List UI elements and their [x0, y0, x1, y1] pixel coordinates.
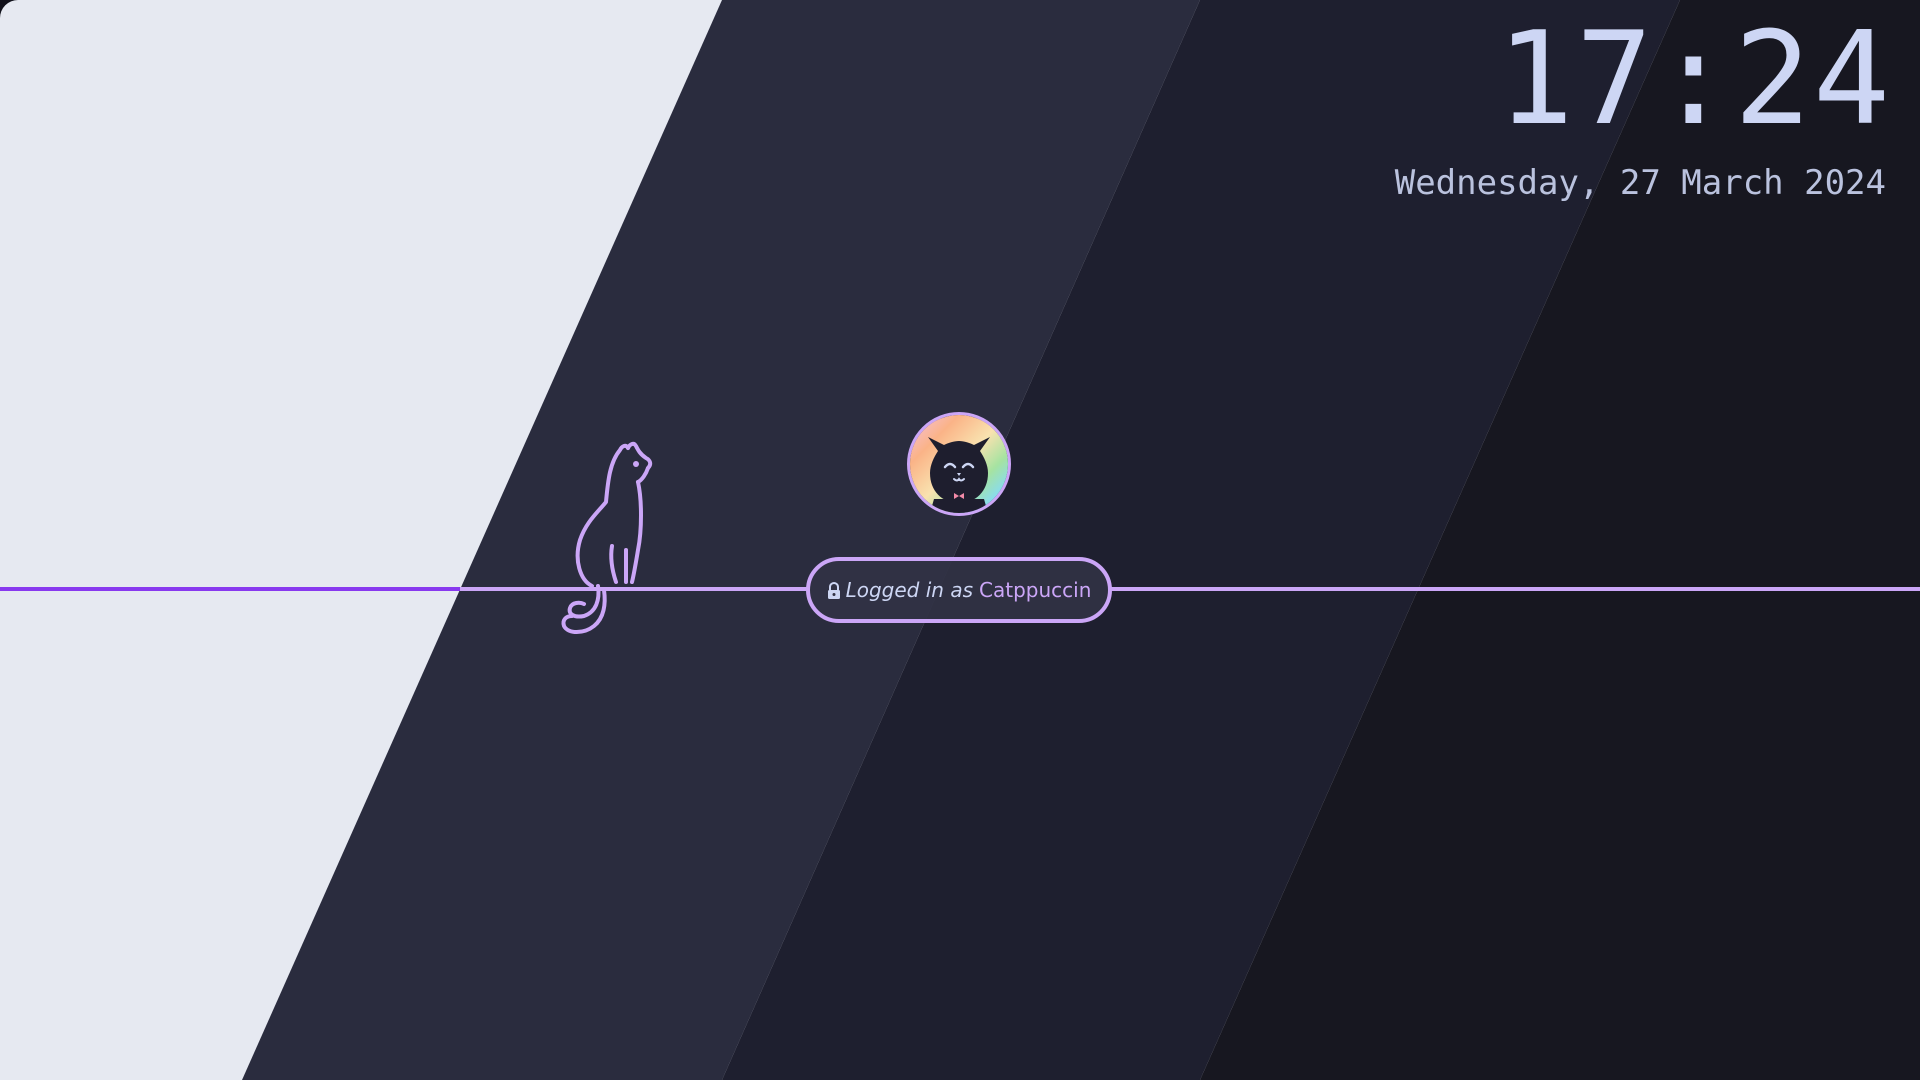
cat-avatar-icon: [910, 415, 1008, 513]
clock-time: 17:24: [1496, 5, 1892, 154]
lock-screen: Logged in as Catppuccin 17:24 Wednesday,…: [0, 0, 1920, 1080]
clock-date: Wednesday, 27 March 2024: [1394, 163, 1886, 203]
login-prefix-label: Logged in as: [845, 578, 974, 602]
sitting-cat-icon: [561, 441, 653, 634]
user-avatar: [907, 412, 1011, 516]
username-label: Catppuccin: [979, 578, 1092, 602]
clock-widget: 17:24 Wednesday, 27 March 2024: [1394, 16, 1890, 203]
login-status-pill: Logged in as Catppuccin: [806, 557, 1112, 623]
lock-icon: [827, 582, 840, 599]
